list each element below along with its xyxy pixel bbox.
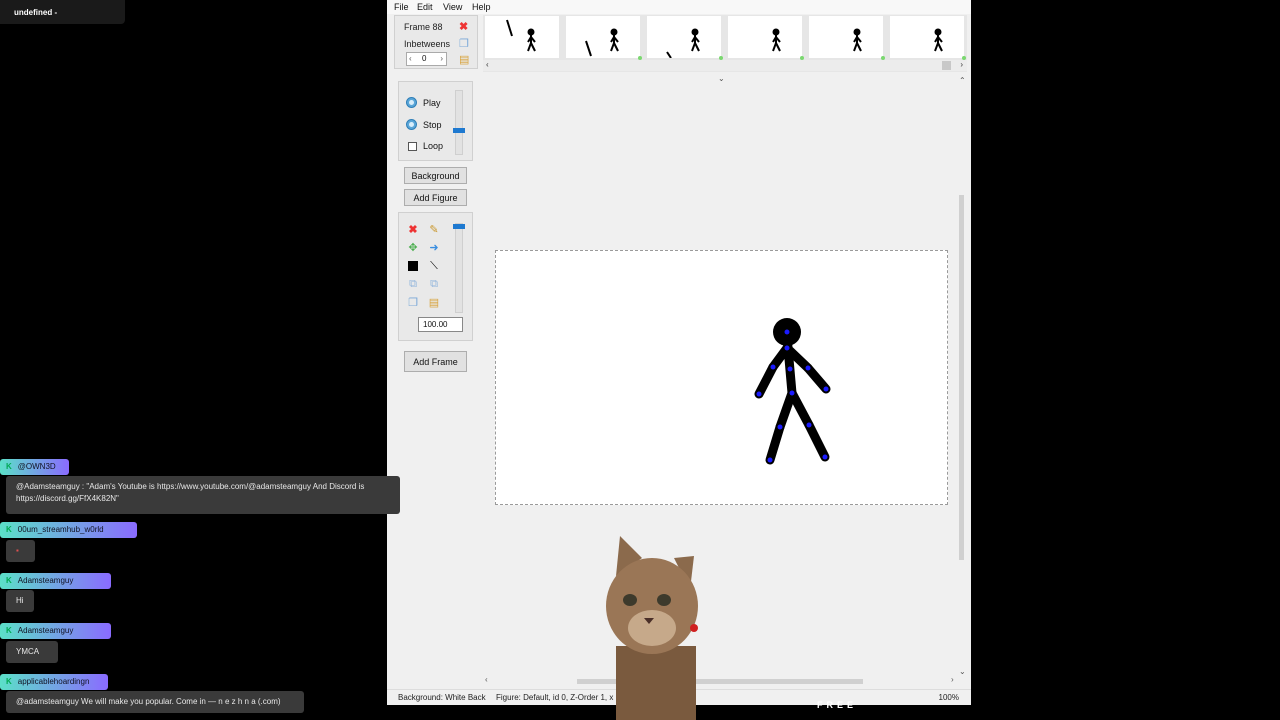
frame-number: Frame 88	[404, 22, 443, 32]
background-button[interactable]: Background	[404, 167, 467, 184]
frame-timeline: ‹ ›	[483, 15, 967, 72]
figure-tools-panel: ✖ ✎ ✥ ➜ ⟍ ⧉ ⧉ ❐ ▤ 100.00	[398, 212, 473, 341]
chat-username: K Adamsteamguy	[0, 573, 111, 589]
canvas-scroll-left-icon[interactable]: ‹	[485, 675, 488, 684]
menu-help[interactable]: Help	[472, 2, 491, 12]
paste-figure-icon[interactable]: ▤	[428, 297, 440, 309]
frame-thumbnail[interactable]	[485, 16, 559, 58]
kick-icon: K	[6, 576, 12, 585]
delete-frame-icon[interactable]: ✖	[459, 22, 468, 33]
chat-message: YMCA	[6, 641, 58, 663]
stick-figure[interactable]	[496, 251, 949, 506]
line-tool-icon[interactable]: ⟍	[428, 260, 440, 272]
playback-panel: Play Stop Loop	[398, 81, 473, 161]
canvas-scroll-right-icon[interactable]: ›	[951, 675, 954, 684]
chat-username: K Adamsteamguy	[0, 623, 111, 639]
add-figure-button[interactable]: Add Figure	[404, 189, 467, 206]
kick-icon: K	[6, 677, 12, 686]
chat-message: @Adamsteamguy : "Adam's Youtube is https…	[6, 476, 400, 514]
add-frame-button[interactable]: Add Frame	[404, 351, 467, 372]
color-square-icon[interactable]	[407, 260, 419, 272]
stage-canvas[interactable]	[495, 250, 948, 505]
stop-label: Stop	[423, 120, 442, 130]
status-background: Background: White Back	[398, 693, 486, 702]
timeline-scroll-thumb[interactable]	[942, 61, 951, 70]
canvas-vertical-scrollbar[interactable]	[959, 195, 964, 560]
stream-title: undefined -	[0, 0, 125, 24]
menu-file[interactable]: File	[394, 2, 409, 12]
cat-overlay-image	[606, 536, 698, 720]
chat-message: @adamsteamguy We will make you popular. …	[6, 691, 304, 713]
scroll-left-icon[interactable]: ‹	[486, 60, 489, 69]
scroll-down-icon[interactable]: ⌄	[959, 667, 966, 676]
timeline-scrollbar[interactable]: ‹ ›	[483, 60, 967, 71]
copy-frame-icon[interactable]: ❐	[459, 39, 469, 50]
chevron-up-icon[interactable]: ⌃	[959, 76, 966, 85]
stepper-left-icon[interactable]: ‹	[409, 54, 412, 63]
copy-figure-icon[interactable]: ❐	[407, 297, 419, 309]
play-label: Play	[423, 98, 441, 108]
stepper-right-icon[interactable]: ›	[440, 54, 443, 63]
frame-thumbnail[interactable]	[728, 16, 804, 60]
chat-username: K 00um_streamhub_w0rld	[0, 522, 137, 538]
menu-edit[interactable]: Edit	[417, 2, 433, 12]
play-radio[interactable]	[406, 97, 417, 108]
overlay-free-text: FREE	[817, 700, 858, 710]
loop-checkbox[interactable]	[408, 142, 417, 151]
scroll-right-icon[interactable]: ›	[960, 60, 963, 69]
inbetweens-stepper[interactable]: ‹ 0 ›	[406, 52, 447, 66]
chat-username: K @OWN3D	[0, 459, 69, 475]
frame-info-panel: Frame 88 Inbetweens ‹ 0 › ✖ ❐ ▤	[394, 15, 478, 69]
inbetweens-label: Inbetweens	[404, 39, 451, 49]
speed-slider[interactable]	[455, 90, 463, 155]
delete-figure-icon[interactable]: ✖	[407, 224, 419, 236]
chat-username: Kapplicablehoardingn	[0, 674, 108, 690]
pencil-icon[interactable]: ✎	[428, 224, 440, 236]
status-zoom: 100%	[938, 693, 959, 702]
arrow-right-icon[interactable]: ➜	[428, 242, 440, 254]
kick-icon: K	[6, 462, 12, 471]
stop-radio[interactable]	[406, 119, 417, 130]
kick-icon: K	[6, 626, 12, 635]
chat-message: ▪	[6, 540, 35, 562]
bring-front-icon[interactable]: ⧉	[407, 278, 419, 290]
send-back-icon[interactable]: ⧉	[428, 278, 440, 290]
move-icon[interactable]: ✥	[407, 242, 419, 254]
menu-bar: File Edit View Help	[387, 0, 971, 14]
chevron-down-icon[interactable]: ⌄	[718, 74, 725, 83]
chat-message: Hi	[6, 590, 34, 612]
menu-view[interactable]: View	[443, 2, 462, 12]
loop-label: Loop	[423, 141, 444, 151]
frame-thumbnail[interactable]	[890, 16, 966, 60]
scale-input[interactable]: 100.00	[418, 317, 463, 332]
thickness-slider[interactable]	[455, 223, 463, 313]
paste-frame-icon[interactable]: ▤	[459, 55, 469, 66]
speed-slider-thumb[interactable]	[453, 128, 465, 133]
kick-icon: K	[6, 525, 12, 534]
frame-thumbnail[interactable]	[809, 16, 885, 60]
frame-thumbnail[interactable]	[566, 16, 642, 60]
thickness-slider-thumb[interactable]	[453, 224, 465, 229]
inbetweens-value: 0	[422, 54, 427, 63]
frame-thumbnail[interactable]	[647, 16, 723, 60]
